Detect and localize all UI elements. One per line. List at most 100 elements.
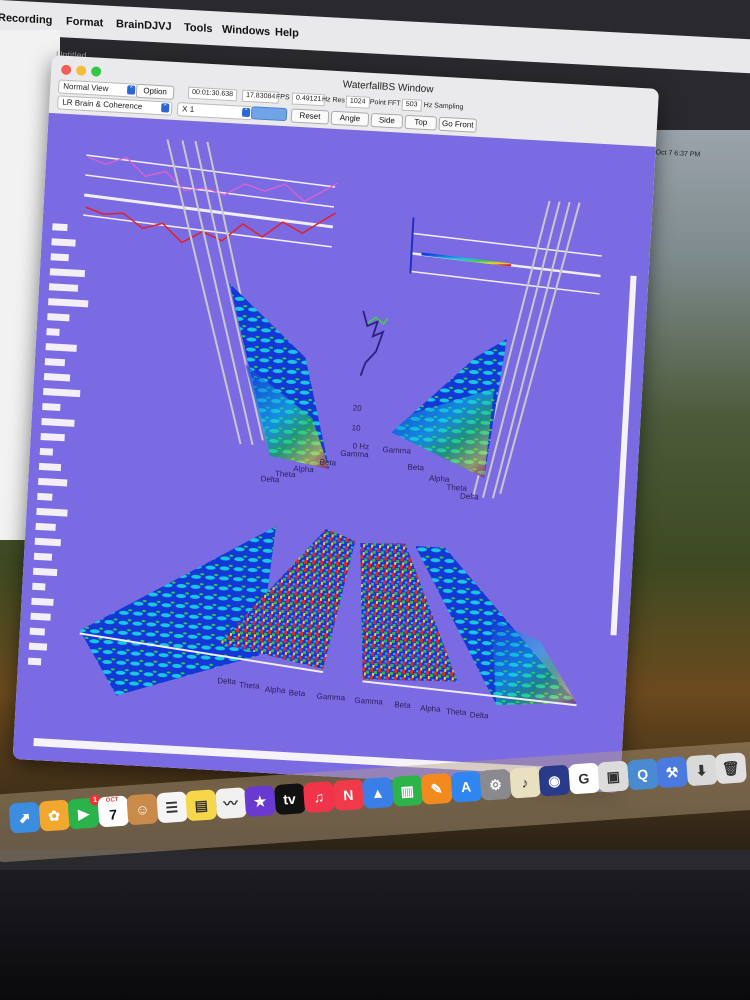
channel-level-bar xyxy=(28,642,48,651)
view-select-value: Normal View xyxy=(63,81,109,94)
news-icon[interactable]: N xyxy=(332,778,365,812)
facetime-icon[interactable]: ▶ 1 xyxy=(67,794,101,830)
channel-level-bar xyxy=(50,253,69,262)
zoom-select-value: X 1 xyxy=(181,104,195,115)
channel-level-bar xyxy=(34,537,61,547)
minimize-window-icon[interactable] xyxy=(75,65,87,76)
channel-level-bar xyxy=(47,313,70,322)
quicktime-icon[interactable]: Q xyxy=(626,758,659,791)
band-label-gamma-right: Gamma xyxy=(382,445,411,456)
sampling-label: Hz Sampling xyxy=(423,101,464,112)
waterfall-visualization: 20 10 0 Hz Gamma Beta Alpha Theta Delta … xyxy=(79,139,602,720)
select-arrow-icon: ⌃ xyxy=(241,107,251,118)
contacts-icon[interactable]: ☺ xyxy=(126,793,159,826)
xcode-icon[interactable]: ⚒ xyxy=(656,756,689,789)
app-store-icon[interactable]: A xyxy=(450,770,483,803)
menu-braindjvj[interactable]: BrainDJVJ xyxy=(116,18,172,33)
freq-tick-10: 10 xyxy=(351,423,361,433)
channel-level-bar xyxy=(31,597,54,606)
zoom-window-icon[interactable] xyxy=(90,66,102,77)
preview-icon[interactable]: ▣ xyxy=(597,760,630,793)
bottom-label-delta-left: Delta xyxy=(217,676,237,686)
bottom-label-theta-right: Theta xyxy=(446,707,467,717)
channel-level-bar xyxy=(46,328,60,336)
option-button[interactable]: Option xyxy=(135,83,175,100)
photos-icon[interactable]: ✿ xyxy=(38,799,71,832)
bottom-label-gamma-right: Gamma xyxy=(354,696,383,707)
bottom-label-alpha-left: Alpha xyxy=(265,685,286,695)
sampling-value: 503 xyxy=(401,98,422,112)
system-settings-icon[interactable]: ⚙ xyxy=(479,768,512,801)
band-label-delta-left: Delta xyxy=(260,474,280,484)
calendar-icon[interactable]: OCT 7 xyxy=(96,795,129,828)
select-arrow-icon: ⌃ xyxy=(160,103,170,113)
channel-level-bar xyxy=(37,477,68,487)
mode-select-value: LR Brain & Coherence xyxy=(62,97,143,112)
channel-level-bar xyxy=(43,388,81,398)
channel-level-bar xyxy=(52,223,68,232)
side-button[interactable]: Side xyxy=(370,112,404,129)
channel-level-bar xyxy=(30,612,51,621)
time-readout: 00:01:30.638 xyxy=(187,86,238,102)
channel-level-bar xyxy=(33,552,53,561)
music-icon[interactable]: ♫ xyxy=(302,781,335,814)
channel-level-bar xyxy=(44,358,66,367)
channel-level-bar xyxy=(49,268,86,278)
channel-level-bar xyxy=(51,238,76,247)
braindjvj-icon[interactable]: ◉ xyxy=(538,764,571,797)
fft-label: Point FFT xyxy=(369,98,401,108)
select-arrow-icon: ⌃ xyxy=(126,85,136,95)
menu-recording[interactable]: Recording xyxy=(0,12,52,27)
record-indicator-button[interactable] xyxy=(250,106,288,122)
band-label-gamma-left: Gamma xyxy=(340,449,369,460)
pages-icon[interactable]: ✎ xyxy=(420,772,453,805)
channel-level-bar xyxy=(32,582,46,591)
trash-icon[interactable]: 🗑 xyxy=(714,752,747,785)
fft-value: 1024 xyxy=(345,95,370,109)
audio-app-icon[interactable]: ♪ xyxy=(508,766,541,799)
bottom-label-alpha-right: Alpha xyxy=(420,704,441,714)
menu-tools[interactable]: Tools xyxy=(184,22,213,35)
bottom-label-beta-right: Beta xyxy=(394,700,411,710)
zoom-select[interactable]: X 1 ⌃ xyxy=(176,102,254,121)
fps-value: 17.83084 xyxy=(241,89,280,104)
channel-level-bar xyxy=(27,657,42,666)
google-chrome-icon[interactable]: G xyxy=(567,762,600,795)
channel-level-bar xyxy=(42,403,61,412)
top-button[interactable]: Top xyxy=(404,114,438,131)
channel-level-bar xyxy=(32,567,58,577)
imovie-icon[interactable]: ★ xyxy=(244,785,277,818)
reminders-icon[interactable]: ☰ xyxy=(155,791,188,824)
channel-level-bar xyxy=(35,522,56,531)
monitor-bezel xyxy=(0,870,750,1000)
channel-level-bar xyxy=(29,627,45,636)
menu-windows[interactable]: Windows xyxy=(222,24,270,39)
bottom-label-delta-right: Delta xyxy=(470,710,490,720)
channel-level-bar xyxy=(38,462,62,472)
close-window-icon[interactable] xyxy=(60,64,72,76)
channel-level-bar xyxy=(41,417,75,427)
notes-icon[interactable]: ▤ xyxy=(185,789,218,822)
hz-res-value: 0.49121 xyxy=(291,92,326,107)
channel-level-bar xyxy=(37,492,53,501)
menu-format[interactable]: Format xyxy=(66,15,103,29)
waterfall-canvas[interactable]: 20 10 0 Hz Gamma Beta Alpha Theta Delta … xyxy=(12,112,656,793)
channel-level-bar xyxy=(39,447,54,456)
channel-level-bar xyxy=(40,432,65,442)
freeform-icon[interactable]: 〰 xyxy=(214,787,247,820)
right-line-graph xyxy=(409,217,602,295)
downloads-icon[interactable]: ⬇ xyxy=(685,754,718,787)
waterfall-window: Normal View ⌃ Option LR Brain & Coherenc… xyxy=(12,55,660,793)
channel-level-bar xyxy=(48,298,89,308)
numbers-icon[interactable]: ▥ xyxy=(391,774,424,807)
go-front-button[interactable]: Go Front xyxy=(438,116,478,133)
window-title: WaterfallBS Window xyxy=(342,79,434,96)
keynote-icon[interactable]: ▲ xyxy=(361,776,394,809)
bottom-label-gamma-left: Gamma xyxy=(316,692,345,703)
angle-button[interactable]: Angle xyxy=(330,110,370,127)
reset-button[interactable]: Reset xyxy=(290,108,330,125)
channel-level-bar xyxy=(36,507,68,517)
apple-tv-icon[interactable]: tv xyxy=(273,783,306,816)
menu-help[interactable]: Help xyxy=(275,26,299,39)
maps-icon[interactable]: ⬈ xyxy=(8,801,41,834)
